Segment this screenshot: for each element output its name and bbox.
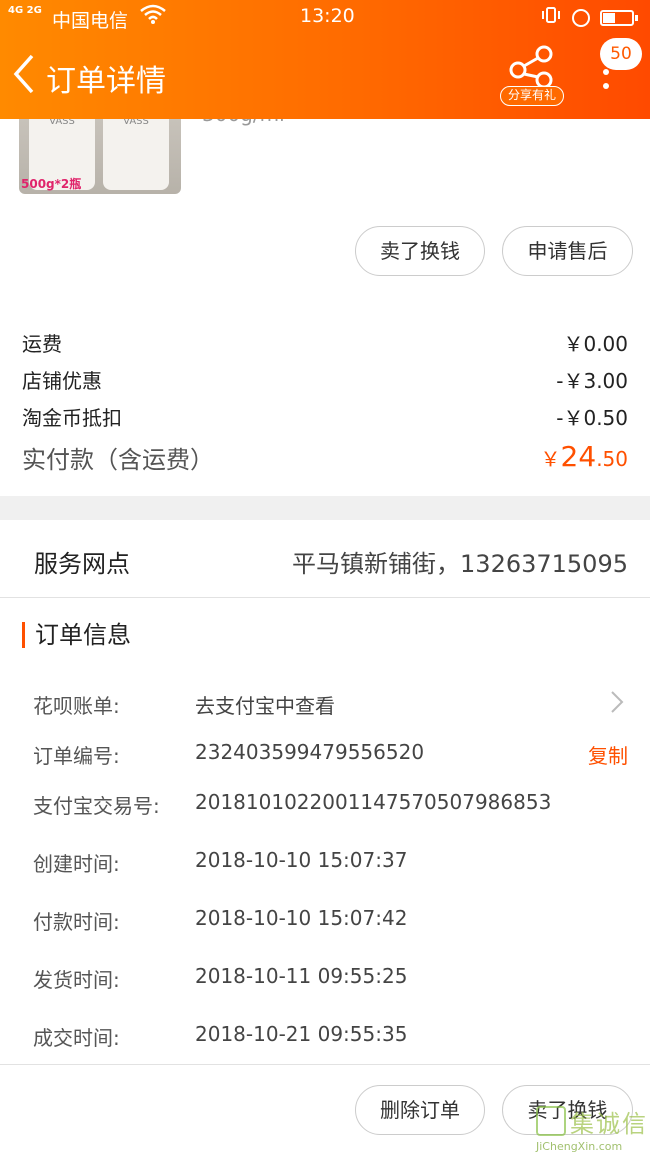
section-divider [0,496,650,520]
info-value: 2018101022001147570507986853 [195,790,552,814]
info-label: 创建时间: [33,852,120,876]
total-currency: ￥ [540,447,561,471]
info-value: 去支付宝中查看 [195,694,335,718]
more-button[interactable] [598,64,614,98]
service-point-row: 服务网点 平马镇新铺街，13263715095 [0,520,650,598]
back-button[interactable] [10,52,40,96]
fee-row-shipping: 运费 ￥0.00 [22,328,628,357]
info-value: 2018-10-21 09:55:35 [195,1022,408,1046]
carrier-name: 中国电信 [52,10,129,32]
total-decimal: .50 [596,447,628,471]
fee-label: 运费 [22,332,62,356]
info-label: 成交时间: [33,1026,120,1050]
product-image[interactable]: VASS VASS 500g*2瓶 [19,110,181,194]
vibrate-icon [540,6,562,29]
fee-value: ￥0.00 [563,332,628,356]
status-bar: 4G 2G 中国电信 13:20 [0,0,650,34]
total-label: 实付款（含运费） [22,446,214,474]
info-value: 2018-10-11 09:55:25 [195,964,408,988]
total-price: ￥24.50 [541,440,628,475]
watermark-url: JiChengXin.com [536,1140,623,1153]
status-time: 13:20 [300,5,355,27]
info-label: 花呗账单: [33,694,120,718]
fee-label: 店铺优惠 [22,369,102,393]
battery-icon [600,9,638,26]
app-header: 4G 2G 中国电信 13:20 订单详情 分享有礼 50 [0,0,650,119]
info-label: 发货时间: [33,968,120,992]
wifi-icon [140,4,166,29]
service-label: 服务网点 [34,550,130,578]
chevron-left-icon [13,54,34,94]
info-value: 2018-10-10 15:07:42 [195,906,408,930]
product-image-tag: 500g*2瓶 [21,177,82,191]
order-info-title: 订单信息 [22,622,131,648]
watermark-logo-icon [536,1106,566,1136]
watermark: 集诚信 JiChengXin.com [534,1102,648,1154]
after-sale-button[interactable]: 申请售后 [502,226,633,276]
total-integer: 24 [560,440,597,473]
rotation-lock-icon [572,8,590,27]
page-title: 订单详情 [46,64,166,99]
more-vertical-icon [603,69,609,89]
fee-row-coin-deduction: 淘金币抵扣 -￥0.50 [22,402,628,431]
sell-button[interactable]: 卖了换钱 [355,226,485,276]
fee-value: -￥0.50 [556,406,628,430]
fee-row-shop-discount: 店铺优惠 -￥3.00 [22,365,628,394]
bottle-image: VASS [103,110,169,190]
chevron-right-icon[interactable] [610,690,624,714]
info-label: 支付宝交易号: [33,794,160,818]
delete-order-button[interactable]: 删除订单 [355,1085,485,1135]
bottom-bar-divider [0,1064,650,1065]
fee-label: 淘金币抵扣 [22,406,122,430]
share-icon [509,45,553,89]
copy-button[interactable]: 复制 [588,740,628,769]
info-value: 2018-10-10 15:07:37 [195,848,408,872]
signal-indicator: 4G 2G [8,5,42,16]
info-value: 232403599479556520 [195,740,425,764]
share-label[interactable]: 分享有礼 [500,86,564,106]
status-icons [540,6,638,29]
service-value: 平马镇新铺街，13263715095 [292,550,628,578]
info-label: 订单编号: [33,744,120,768]
watermark-text: 集诚信 [570,1110,648,1138]
info-label: 付款时间: [33,910,120,934]
fee-value: -￥3.00 [556,369,628,393]
total-row: 实付款（含运费） ￥24.50 [22,440,628,475]
